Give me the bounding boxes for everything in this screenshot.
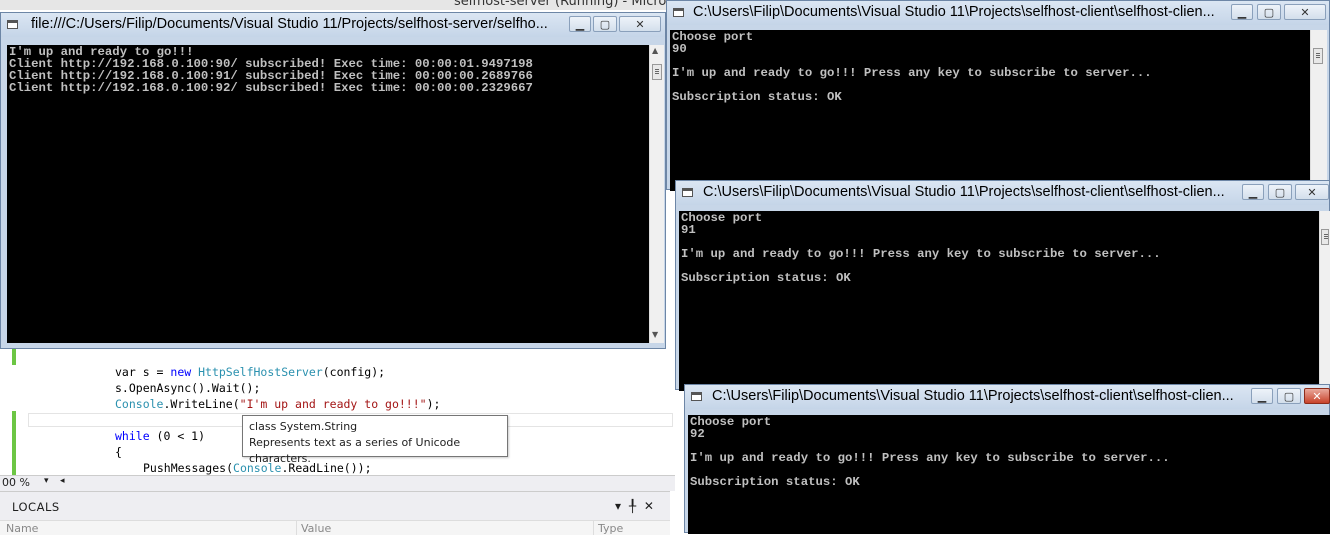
titlebar[interactable]: C:\Users\Filip\Documents\Visual Studio 1…	[685, 385, 1330, 409]
close-button[interactable]: ✕	[619, 16, 661, 32]
pin-icon[interactable]: ╀	[629, 499, 636, 513]
close-button[interactable]: ✕	[1295, 184, 1329, 200]
titlebar[interactable]: C:\Users\Filip\Documents\Visual Studio 1…	[667, 1, 1329, 25]
close-button[interactable]: ✕	[1284, 4, 1326, 20]
console-icon[interactable]	[682, 188, 693, 197]
console-icon[interactable]	[673, 8, 684, 17]
minimize-button[interactable]: ▁	[1251, 388, 1273, 404]
code-line[interactable]: s.OpenAsync().Wait();	[115, 380, 260, 396]
console-text: Choose port92​I'm up and ready to go!!! …	[690, 415, 1170, 489]
window-title: file:///C:/Users/Filip/Documents/Visual …	[31, 16, 548, 32]
console-text: Choose port90​I'm up and ready to go!!! …	[672, 30, 1152, 104]
locals-title: LOCALS	[12, 500, 60, 514]
code-line[interactable]: Console.WriteLine("I'm up and ready to g…	[115, 396, 440, 412]
scroll-up-icon[interactable]: ▲	[652, 46, 658, 55]
tooltip-type: class System.String	[249, 420, 358, 433]
vertical-scrollbar[interactable]: ▲ ▼	[649, 45, 664, 343]
console-output[interactable]: I'm up and ready to go!!! Client http://1…	[7, 45, 649, 343]
console-output[interactable]: Choose port91​I'm up and ready to go!!! …	[679, 211, 1319, 391]
scroll-left-icon[interactable]: ◂	[60, 476, 65, 486]
client-console-window-90[interactable]: C:\Users\Filip\Documents\Visual Studio 1…	[666, 0, 1330, 191]
zoom-level[interactable]: 00 %	[2, 476, 30, 489]
console-output[interactable]: Choose port92​I'm up and ready to go!!! …	[688, 415, 1330, 534]
column-name[interactable]: Name	[6, 522, 38, 535]
maximize-button[interactable]: ▢	[593, 16, 617, 32]
scrollbar-thumb[interactable]	[1313, 48, 1323, 64]
titlebar[interactable]: C:\Users\Filip\Documents\Visual Studio 1…	[676, 181, 1329, 205]
locals-panel: LOCALS ▾ ╀ ✕ Name Value Type	[0, 491, 670, 535]
vertical-scrollbar[interactable]	[1310, 30, 1327, 191]
maximize-button[interactable]: ▢	[1268, 184, 1292, 200]
panel-close-icon[interactable]: ✕	[644, 499, 654, 513]
change-marker	[12, 411, 16, 475]
code-line[interactable]: var s = new HttpSelfHostServer(config);	[115, 364, 385, 380]
scrollbar-thumb[interactable]	[1321, 229, 1329, 245]
maximize-button[interactable]: ▢	[1257, 4, 1281, 20]
console-output[interactable]: Choose port90​I'm up and ready to go!!! …	[670, 30, 1310, 191]
panel-dropdown-icon[interactable]: ▾	[615, 499, 621, 513]
maximize-button[interactable]: ▢	[1277, 388, 1301, 404]
window-title: C:\Users\Filip\Documents\Visual Studio 1…	[703, 184, 1225, 200]
minimize-button[interactable]: ▁	[1242, 184, 1264, 200]
scroll-down-icon[interactable]: ▼	[652, 330, 658, 339]
vs-window-title: selfhost-server (Running) - Micro	[454, 0, 667, 9]
console-text: Choose port91​I'm up and ready to go!!! …	[681, 211, 1161, 285]
column-type[interactable]: Type	[598, 522, 623, 535]
code-line[interactable]: {	[115, 444, 122, 460]
console-icon[interactable]	[691, 392, 702, 401]
zoom-dropdown-icon[interactable]: ▾	[44, 476, 49, 486]
console-icon[interactable]	[7, 20, 18, 29]
tooltip-description: Represents text as a series of Unicode c…	[249, 436, 461, 465]
titlebar[interactable]: file:///C:/Users/Filip/Documents/Visual …	[1, 13, 665, 37]
client-console-window-91[interactable]: C:\Users\Filip\Documents\Visual Studio 1…	[675, 180, 1330, 391]
close-button[interactable]: ✕	[1304, 388, 1330, 404]
minimize-button[interactable]: ▁	[569, 16, 591, 32]
client-console-window-92[interactable]: C:\Users\Filip\Documents\Visual Studio 1…	[684, 384, 1330, 534]
minimize-button[interactable]: ▁	[1231, 4, 1253, 20]
scrollbar-thumb[interactable]	[652, 64, 662, 80]
console-text: I'm up and ready to go!!! Client http://1…	[9, 45, 533, 95]
editor-statusbar: 00 % ▾ ◂	[0, 475, 675, 491]
window-title: C:\Users\Filip\Documents\Visual Studio 1…	[693, 4, 1215, 20]
vertical-scrollbar[interactable]	[1319, 211, 1330, 391]
code-line[interactable]: while (0 < 1)	[115, 428, 205, 444]
vs-title-strip: selfhost-server (Running) - Micro	[0, 0, 670, 10]
window-title: C:\Users\Filip\Documents\Visual Studio 1…	[712, 388, 1234, 404]
server-console-window[interactable]: file:///C:/Users/Filip/Documents/Visual …	[0, 12, 666, 349]
quickinfo-tooltip: class System.String Represents text as a…	[242, 415, 508, 465]
column-value[interactable]: Value	[301, 522, 331, 535]
